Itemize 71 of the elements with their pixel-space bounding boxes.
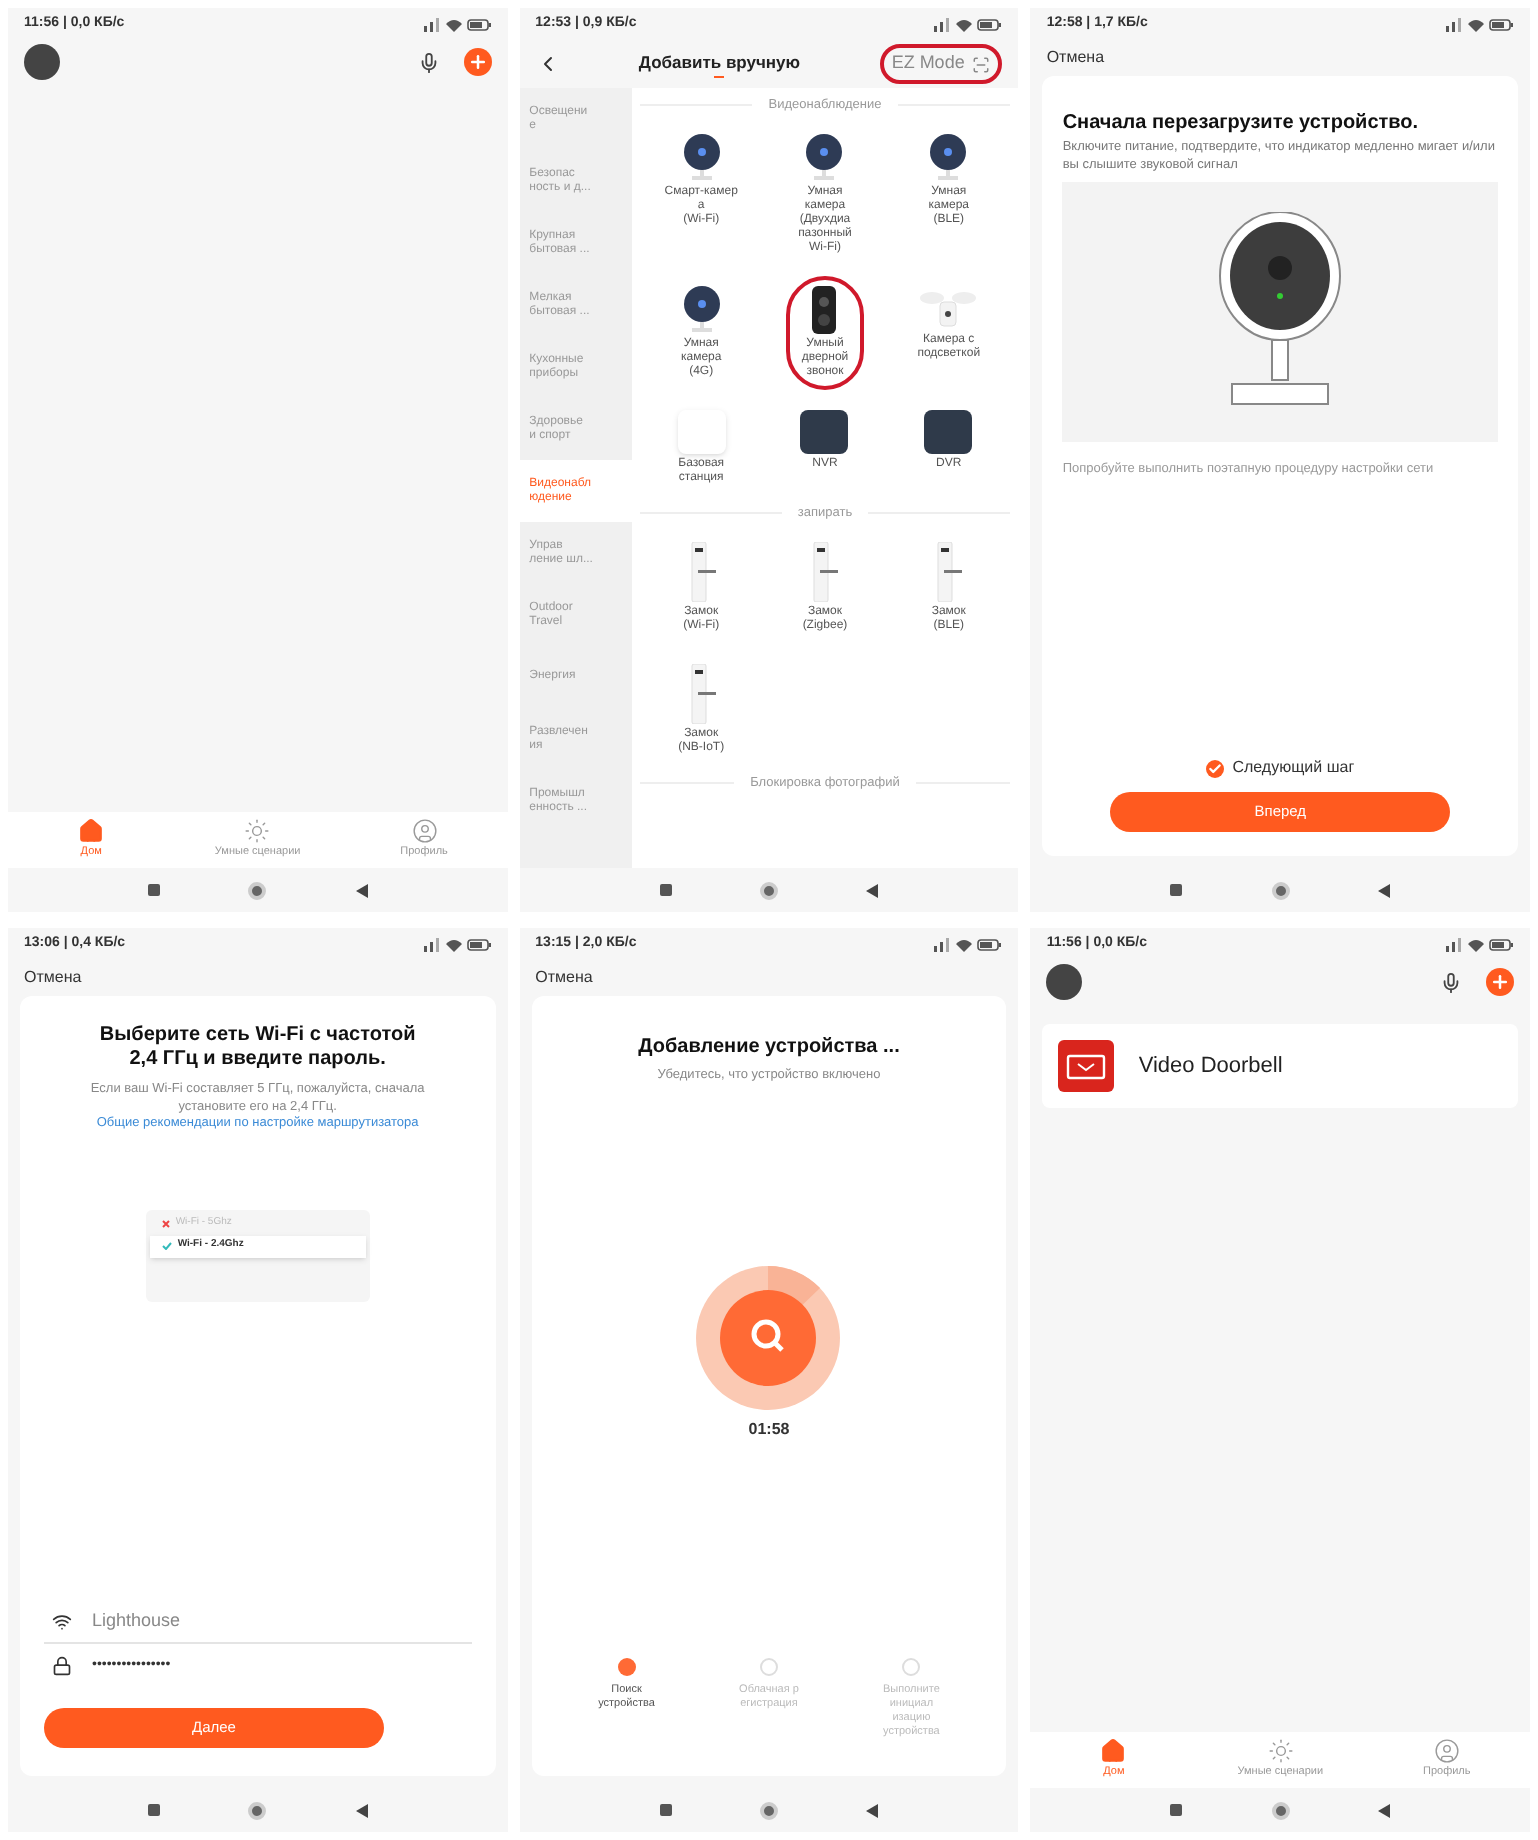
- avatar[interactable]: [24, 44, 60, 80]
- door-lock-icon: [810, 541, 839, 601]
- cancel-button[interactable]: Отмена: [24, 966, 82, 990]
- camera-icon: [928, 133, 969, 182]
- doorbell-icon: [812, 285, 837, 334]
- recent-apps-icon[interactable]: [148, 1804, 161, 1816]
- step-title: Выберите сеть Wi-Fi с частотой 2,4 ГГц и введите пароль.: [97, 1024, 418, 1072]
- status-icons-icon: [423, 17, 492, 31]
- camera-icon: [804, 133, 845, 182]
- status-icons-icon: [934, 17, 1003, 31]
- recorder-icon: [800, 409, 849, 454]
- cancel-button[interactable]: Отмена: [1046, 46, 1105, 70]
- video-intercom-icon: [1058, 1040, 1115, 1092]
- recorder-icon: [924, 409, 973, 454]
- status-icons-icon: [1446, 17, 1514, 31]
- device-name: Video Doorbell: [1138, 1051, 1283, 1082]
- page-title: Добавить вручную: [638, 49, 801, 76]
- microphone-icon[interactable]: [417, 51, 440, 73]
- hub-icon: [677, 409, 726, 454]
- wifi-name-field[interactable]: Lighthouse: [44, 1600, 472, 1644]
- home-nav-icon[interactable]: [759, 881, 778, 899]
- profile-icon: [411, 818, 438, 845]
- back-icon[interactable]: [866, 883, 879, 897]
- wifi-icon: [52, 1611, 72, 1631]
- home-nav-icon[interactable]: [1271, 881, 1290, 899]
- back-icon[interactable]: [355, 1803, 368, 1817]
- home-nav-icon[interactable]: [1271, 1801, 1290, 1819]
- door-lock-icon: [934, 541, 963, 601]
- home-icon: [78, 818, 105, 845]
- checkbox[interactable]: [1206, 759, 1225, 777]
- door-lock-icon: [687, 541, 716, 601]
- recent-apps-icon[interactable]: [148, 884, 161, 896]
- recent-apps-icon[interactable]: [1170, 1804, 1183, 1816]
- search-spinner-icon: [696, 1265, 841, 1410]
- sun-icon: [244, 818, 271, 845]
- back-icon[interactable]: [866, 1803, 879, 1817]
- status-icons-icon: [934, 937, 1003, 951]
- checkbox-label: Следующий шаг: [1232, 756, 1355, 780]
- lock-icon: [52, 1656, 72, 1676]
- camera-icon: [681, 285, 722, 334]
- home-icon: [1100, 1738, 1127, 1765]
- add-button[interactable]: [463, 48, 492, 76]
- back-icon[interactable]: [1377, 1803, 1390, 1817]
- back-icon[interactable]: [355, 883, 368, 897]
- title-underline: [714, 75, 725, 79]
- recent-apps-icon[interactable]: [1170, 884, 1183, 896]
- home-nav-icon[interactable]: [248, 1801, 267, 1819]
- recent-apps-icon[interactable]: [659, 1804, 672, 1816]
- status-icons-icon: [1446, 937, 1514, 951]
- door-lock-icon: [687, 663, 716, 723]
- cancel-button[interactable]: Отмена: [535, 966, 593, 990]
- check-icon: [1208, 761, 1223, 775]
- plus-icon: [467, 52, 488, 72]
- recent-apps-icon[interactable]: [659, 884, 672, 896]
- camera-icon: [681, 133, 722, 182]
- ez-mode-button[interactable]: EZ Mode: [879, 44, 1003, 84]
- home-nav-icon[interactable]: [248, 881, 267, 899]
- avatar[interactable]: [1046, 964, 1083, 1000]
- scan-icon: [972, 55, 991, 73]
- profile-icon: [1433, 1738, 1460, 1765]
- back-icon[interactable]: [1377, 883, 1390, 897]
- microphone-icon[interactable]: [1440, 971, 1462, 993]
- countdown-timer: 01:58: [748, 1417, 790, 1442]
- step-title: Сначала перезагрузите устройство.: [1062, 112, 1421, 136]
- plus-icon: [1490, 972, 1510, 992]
- add-button[interactable]: [1486, 968, 1514, 996]
- step-title: Добавление устройства ...: [636, 1034, 902, 1062]
- sun-icon: [1267, 1738, 1294, 1765]
- device-card[interactable]: Video Doorbell: [1042, 1024, 1518, 1108]
- status-icons-icon: [423, 937, 492, 951]
- home-nav-icon[interactable]: [759, 1801, 778, 1819]
